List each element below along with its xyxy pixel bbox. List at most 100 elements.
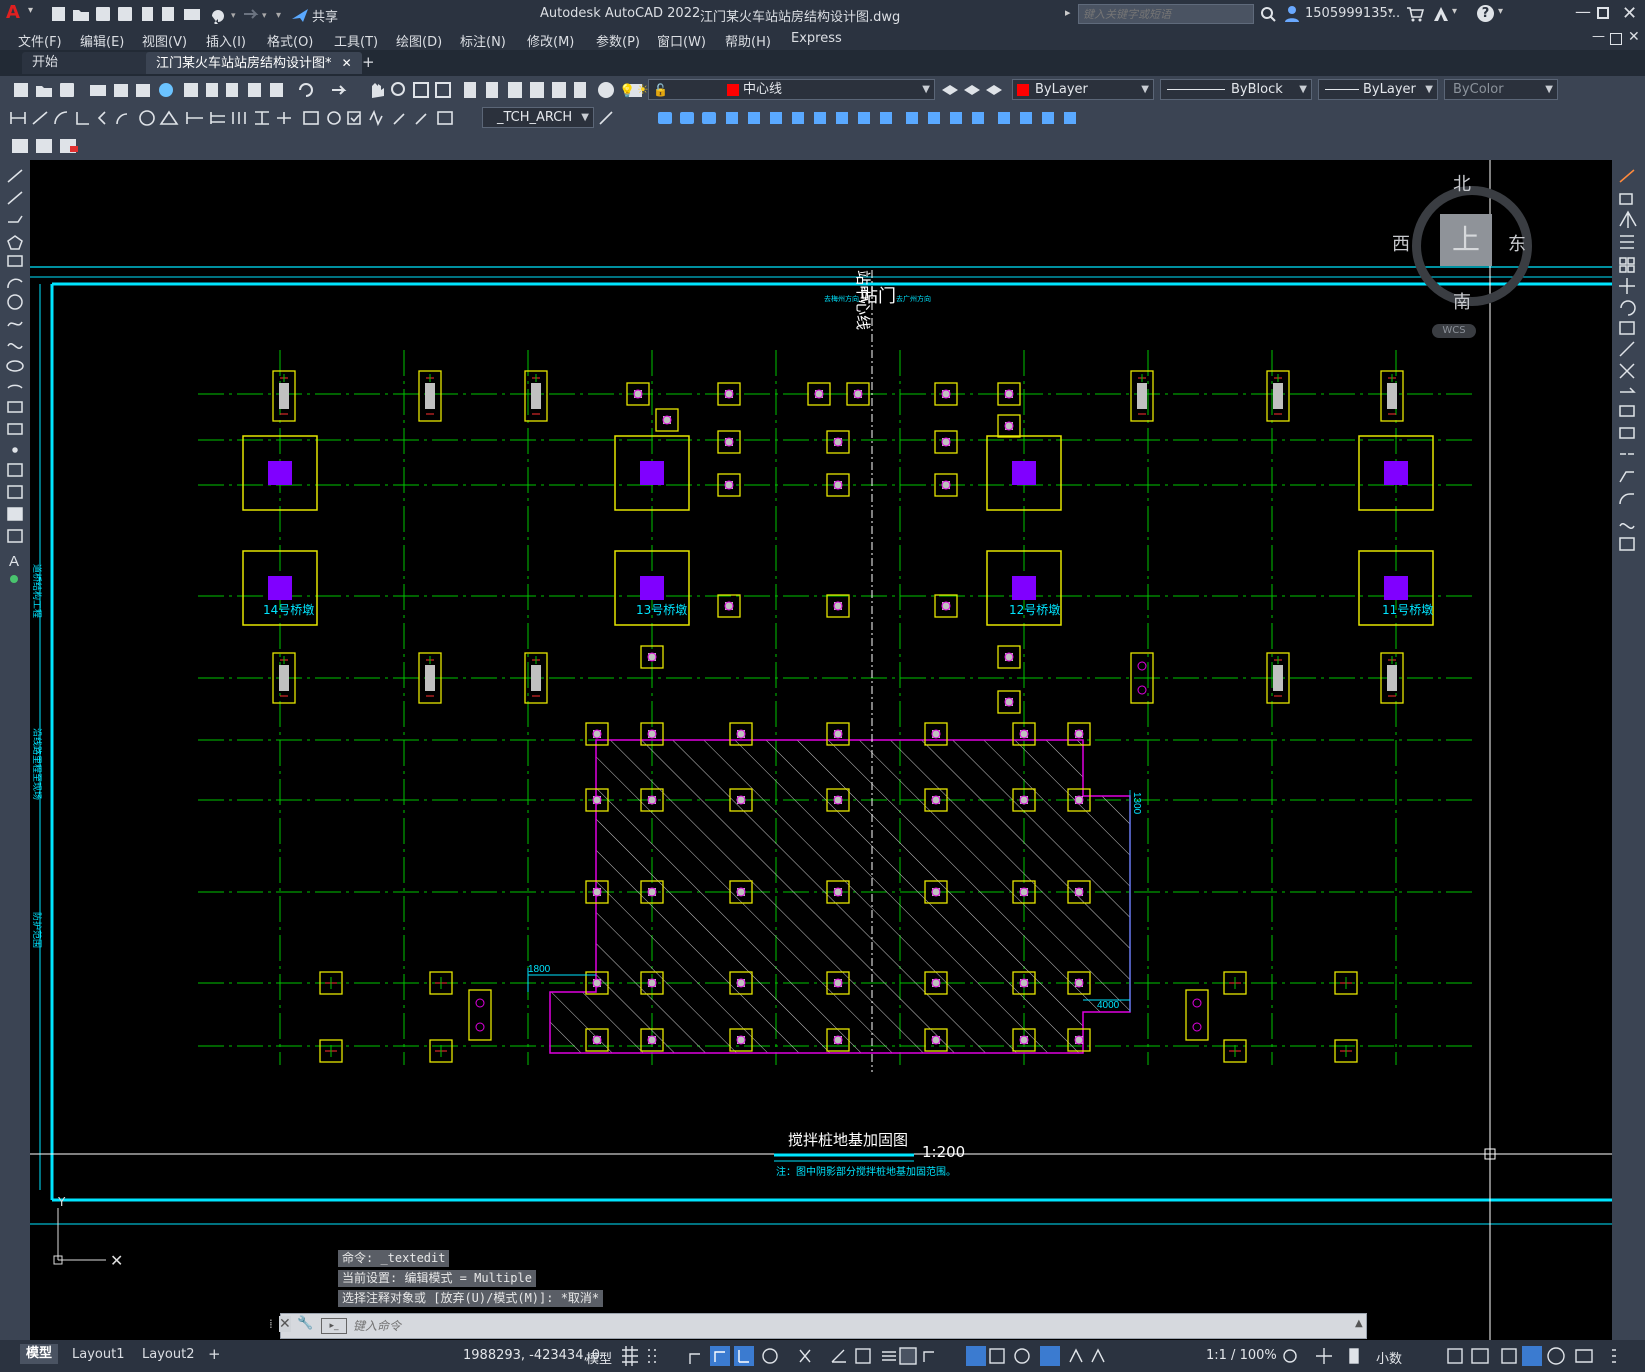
circle-icon[interactable] — [7, 294, 23, 310]
dim-space-icon[interactable] — [255, 111, 269, 125]
table-icon[interactable] — [7, 529, 23, 543]
tch-tool-13-icon[interactable] — [928, 112, 940, 124]
tch-tool-11-icon[interactable] — [880, 112, 892, 124]
annotation-monitor-icon[interactable] — [1316, 1348, 1332, 1364]
minimize-icon[interactable]: — — [1575, 2, 1591, 21]
offset-icon[interactable] — [1620, 235, 1634, 249]
dim-text-edit-icon[interactable] — [415, 113, 427, 125]
new-tab-button[interactable]: + — [362, 53, 375, 71]
save-icon[interactable] — [60, 83, 74, 97]
customize-cmd-icon[interactable]: 🔧 — [297, 1316, 313, 1331]
copy-icon[interactable] — [206, 83, 218, 97]
maximize-icon[interactable] — [1597, 7, 1609, 19]
layer-previous-icon[interactable] — [986, 85, 1002, 95]
plot-preview-icon[interactable] — [114, 84, 128, 97]
menu-tools[interactable]: 工具(T) — [334, 31, 378, 50]
doc-close-icon[interactable]: ✕ — [1628, 29, 1640, 45]
wcs-menu[interactable]: WCS — [1432, 324, 1476, 338]
point-icon[interactable] — [12, 447, 18, 453]
dim-aligned-icon[interactable] — [32, 111, 48, 125]
dynamic-input-icon[interactable] — [710, 1346, 730, 1366]
plotstyle-dropdown[interactable]: ByColor ▼ — [1444, 79, 1558, 100]
zoom-realtime-icon[interactable] — [391, 82, 405, 96]
dim-arc-icon[interactable] — [54, 111, 68, 125]
dim-baseline-icon[interactable] — [210, 112, 225, 124]
command-expand-icon[interactable]: ▲ — [1355, 1318, 1363, 1329]
quick-dim-icon[interactable] — [186, 112, 203, 124]
plot-icon[interactable] — [184, 9, 200, 20]
rotate-icon[interactable] — [1620, 300, 1636, 316]
tch-tool-2-icon[interactable] — [680, 112, 694, 124]
tab-start[interactable]: 开始 — [22, 52, 160, 74]
dim-jogged-icon[interactable] — [116, 113, 128, 125]
calculator-icon[interactable] — [574, 82, 586, 98]
construction-line-icon[interactable] — [7, 191, 23, 205]
units-dropdown[interactable]: 小数 — [1376, 1348, 1402, 1367]
dim-style-icon[interactable] — [598, 108, 614, 128]
viewcube-top-face[interactable]: 上 — [1440, 214, 1492, 266]
chevron-right-icon[interactable]: ▸ — [1065, 6, 1071, 19]
dim-edit-icon[interactable] — [393, 113, 405, 125]
line-icon[interactable] — [7, 169, 23, 183]
selection-cycling-icon[interactable] — [899, 1347, 917, 1365]
tch-tool-17-icon[interactable] — [1020, 112, 1032, 124]
new-file-icon[interactable] — [52, 7, 65, 21]
jogged-linear-icon[interactable] — [369, 109, 383, 127]
grip-handle[interactable]: ⁞ — [269, 1317, 273, 1331]
doc-restore-icon[interactable] — [1610, 33, 1622, 45]
annotation-visibility-icon[interactable] — [1040, 1346, 1060, 1366]
center-mark-icon[interactable] — [327, 111, 341, 125]
help-icon[interactable] — [598, 82, 614, 98]
plot-layout-icon[interactable] — [12, 139, 28, 153]
menu-parametric[interactable]: 参数(P) — [596, 31, 640, 50]
mtext-icon[interactable]: A — [9, 553, 19, 570]
scale-icon[interactable] — [1619, 321, 1635, 335]
add-selected-icon[interactable] — [10, 575, 18, 583]
lineweight-toggle-icon[interactable] — [855, 1348, 871, 1364]
plot-icon[interactable] — [90, 85, 106, 96]
zoom-window-icon[interactable] — [413, 82, 429, 98]
customize-qat-icon[interactable]: ▾ — [276, 10, 281, 21]
drawing-canvas[interactable]: 1800 4000 1300 站中心线 站门 去梅州方向 去广州方向 沿线路里程… — [30, 160, 1612, 1340]
dim-update-icon[interactable] — [437, 111, 453, 125]
user-name[interactable]: 1505999135... — [1305, 6, 1400, 21]
autocad-logo-icon[interactable]: A — [6, 3, 26, 23]
tch-tool-9-icon[interactable] — [836, 112, 848, 124]
dim-continue-icon[interactable] — [232, 112, 246, 124]
save-web-icon[interactable] — [162, 7, 174, 21]
transparency-icon[interactable] — [882, 1351, 896, 1361]
paste-icon[interactable] — [226, 83, 238, 97]
isometric-toggle-icon[interactable] — [734, 1346, 754, 1366]
hatch-icon[interactable] — [7, 463, 23, 477]
autodesk-app-icon[interactable] — [1432, 5, 1450, 23]
spline-icon[interactable] — [7, 343, 23, 349]
cart-icon[interactable] — [1406, 6, 1424, 22]
dim-angular-icon[interactable] — [159, 110, 179, 125]
batch-plot-icon[interactable] — [36, 139, 52, 153]
block-editor-icon[interactable] — [270, 83, 283, 97]
arc-icon[interactable] — [7, 278, 23, 289]
app-menu-dropdown-icon[interactable]: ▾ — [28, 5, 33, 16]
dim-break-icon[interactable] — [277, 112, 291, 124]
insert-block-icon[interactable] — [7, 401, 23, 413]
tch-tool-12-icon[interactable] — [906, 112, 918, 124]
ortho-toggle-icon[interactable] — [689, 1353, 700, 1364]
help-dropdown-icon[interactable]: ▾ — [1498, 6, 1503, 17]
tch-tool-5-icon[interactable] — [748, 112, 760, 124]
close-cmd-icon[interactable]: ✕ — [279, 1316, 291, 1332]
annotation-scale-dropdown[interactable]: 1:1 / 100% — [1206, 1348, 1277, 1363]
copy-object-icon[interactable] — [1619, 193, 1633, 205]
command-input[interactable] — [351, 1316, 1355, 1336]
inspect-icon[interactable] — [347, 111, 361, 125]
selection-filter-icon[interactable] — [989, 1348, 1005, 1364]
grid-toggle-icon[interactable] — [622, 1346, 638, 1366]
redo-icon[interactable] — [244, 9, 259, 19]
extend-icon[interactable] — [1620, 387, 1636, 393]
object-snap-tracking-icon[interactable] — [799, 1349, 811, 1363]
object-snap-icon[interactable] — [831, 1349, 846, 1363]
compass-east[interactable]: 东 — [1508, 230, 1526, 256]
color-dropdown[interactable]: ByLayer ▼ — [1012, 79, 1154, 100]
coordinates-readout[interactable]: 1988293, -423434, 0 — [463, 1348, 600, 1363]
tch-tool-18-icon[interactable] — [1042, 112, 1054, 124]
fullscreen-icon[interactable] — [1575, 1349, 1593, 1363]
